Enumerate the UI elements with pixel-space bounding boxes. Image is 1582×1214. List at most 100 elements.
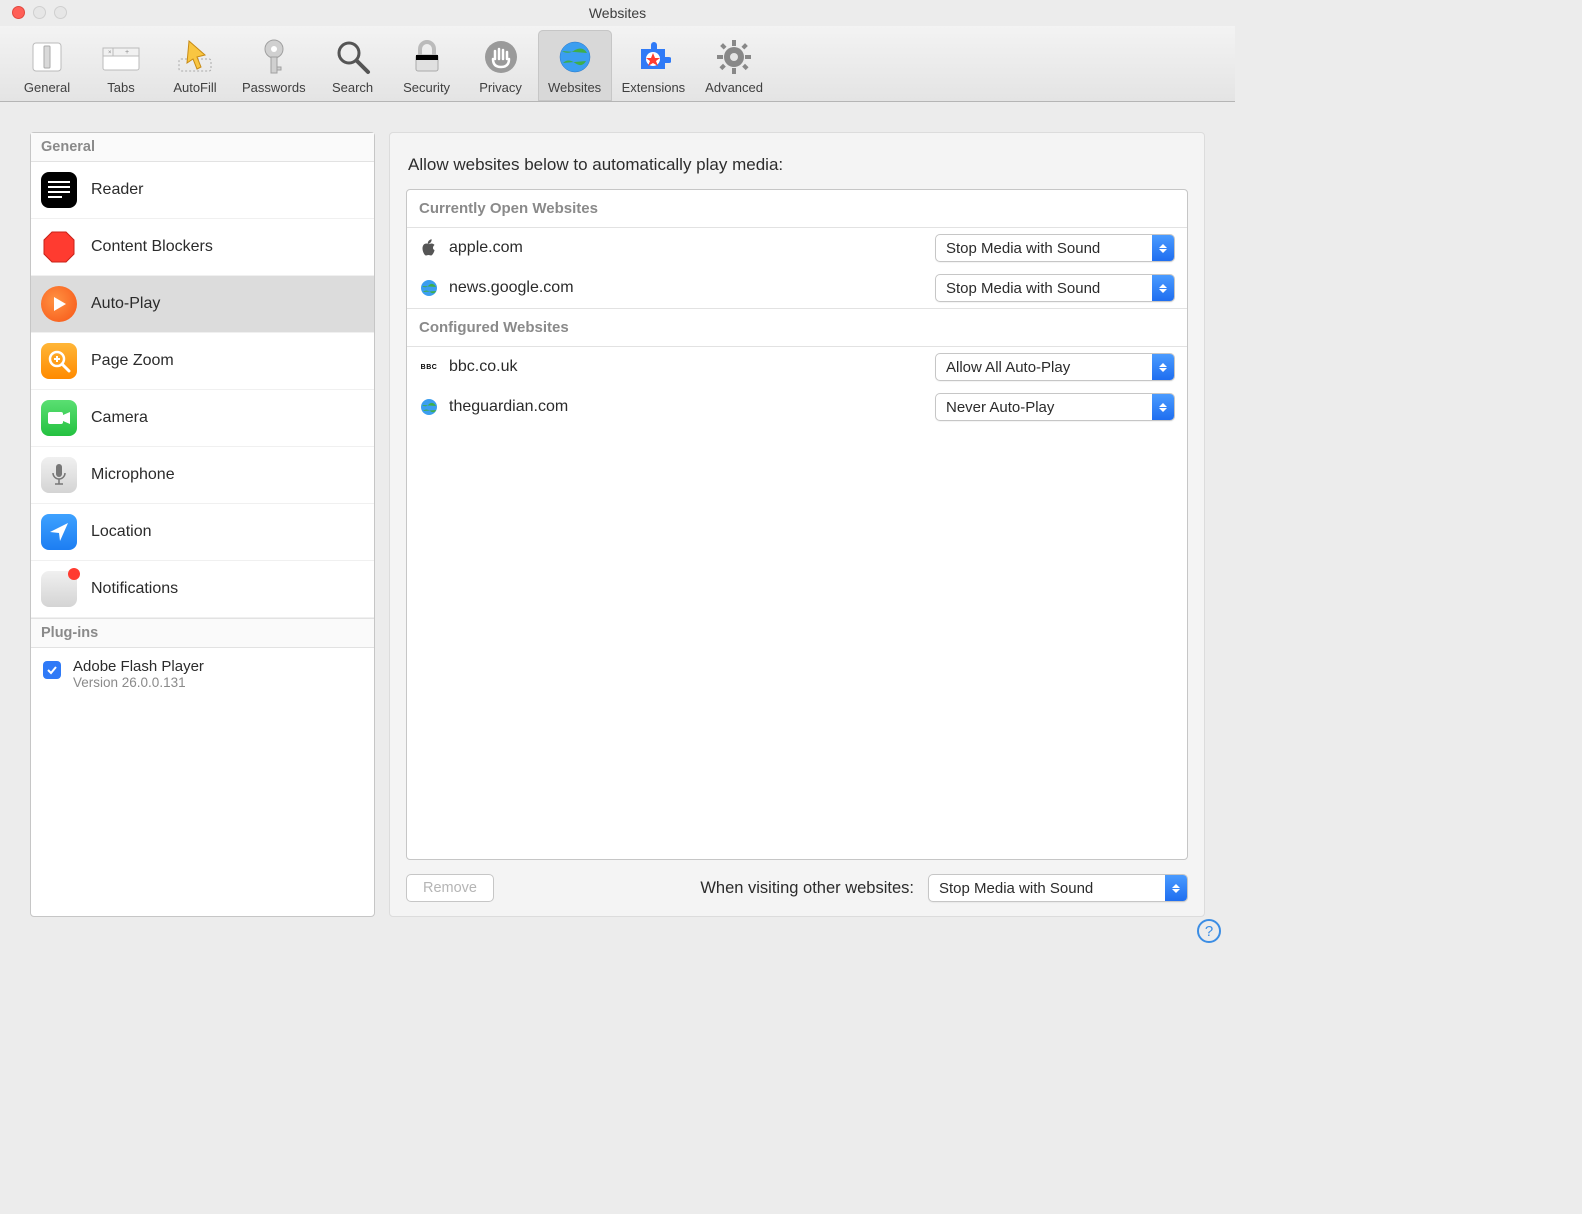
toolbar-tab-extensions[interactable]: Extensions [612, 30, 696, 101]
sidebar: General Reader Content Blockers Auto-Pla… [30, 132, 375, 917]
sidebar-item-label: Microphone [91, 466, 175, 484]
main-panel: Allow websites below to automatically pl… [389, 132, 1205, 917]
close-window-button[interactable] [12, 6, 25, 19]
toolbar-tab-privacy[interactable]: Privacy [464, 30, 538, 101]
autoplay-setting-popup[interactable]: Allow All Auto-Play [935, 353, 1175, 381]
toolbar-label: Tabs [107, 80, 134, 95]
default-setting-popup[interactable]: Stop Media with Sound [928, 874, 1188, 902]
sidebar-item-label: Reader [91, 181, 143, 199]
lock-icon [406, 36, 448, 78]
titlebar: Websites [0, 0, 1235, 26]
sidebar-item-camera[interactable]: Camera [31, 390, 374, 447]
plugin-version: Version 26.0.0.131 [73, 675, 204, 690]
notification-badge-icon [68, 568, 80, 580]
search-icon [332, 36, 374, 78]
minimize-window-button[interactable] [33, 6, 46, 19]
preferences-window: Websites General ×+ Tabs AutoFill Passwo… [0, 0, 1235, 955]
site-row[interactable]: BBC bbc.co.uk Allow All Auto-Play [407, 347, 1187, 387]
chevron-updown-icon [1152, 354, 1174, 380]
stop-icon [41, 229, 77, 265]
plugin-checkbox[interactable] [43, 661, 61, 679]
autoplay-setting-popup[interactable]: Stop Media with Sound [935, 274, 1175, 302]
remove-button[interactable]: Remove [406, 874, 494, 902]
toolbar: General ×+ Tabs AutoFill Passwords Searc… [0, 26, 1235, 102]
traffic-lights [12, 6, 67, 19]
autofill-icon [174, 36, 216, 78]
autoplay-setting-popup[interactable]: Stop Media with Sound [935, 234, 1175, 262]
gear-icon [713, 36, 755, 78]
globe-favicon-icon [419, 397, 439, 417]
toolbar-tab-autofill[interactable]: AutoFill [158, 30, 232, 101]
toolbar-tab-websites[interactable]: Websites [538, 30, 612, 101]
toolbar-tab-general[interactable]: General [10, 30, 84, 101]
toolbar-label: Security [403, 80, 450, 95]
location-icon [41, 514, 77, 550]
toolbar-label: Privacy [479, 80, 522, 95]
chevron-updown-icon [1152, 275, 1174, 301]
globe-icon [554, 36, 596, 78]
popup-value: Allow All Auto-Play [936, 359, 1152, 376]
toolbar-label: Search [332, 80, 373, 95]
site-row[interactable]: news.google.com Stop Media with Sound [407, 268, 1187, 308]
toolbar-label: Advanced [705, 80, 763, 95]
popup-value: Stop Media with Sound [929, 880, 1165, 897]
globe-favicon-icon [419, 278, 439, 298]
toolbar-tab-passwords[interactable]: Passwords [232, 30, 316, 101]
sidebar-item-label: Auto-Play [91, 295, 160, 313]
site-row[interactable]: apple.com Stop Media with Sound [407, 228, 1187, 268]
plugin-name: Adobe Flash Player [73, 658, 204, 675]
microphone-icon [41, 457, 77, 493]
sidebar-item-label: Notifications [91, 580, 178, 598]
sidebar-item-reader[interactable]: Reader [31, 162, 374, 219]
window-title: Websites [10, 5, 1225, 21]
toolbar-label: Passwords [242, 80, 306, 95]
zoom-window-button[interactable] [54, 6, 67, 19]
sidebar-item-location[interactable]: Location [31, 504, 374, 561]
tabs-icon: ×+ [100, 36, 142, 78]
zoom-icon [41, 343, 77, 379]
toolbar-tab-tabs[interactable]: ×+ Tabs [84, 30, 158, 101]
toolbar-label: Extensions [622, 80, 686, 95]
sidebar-item-microphone[interactable]: Microphone [31, 447, 374, 504]
sidebar-item-notifications[interactable]: Notifications [31, 561, 374, 618]
sidebar-item-label: Camera [91, 409, 148, 427]
toolbar-label: General [24, 80, 70, 95]
key-icon [253, 36, 295, 78]
notifications-icon [41, 571, 77, 607]
sidebar-item-label: Content Blockers [91, 238, 213, 256]
reader-icon [41, 172, 77, 208]
sidebar-item-label: Location [91, 523, 152, 541]
toolbar-tab-advanced[interactable]: Advanced [695, 30, 773, 101]
sidebar-section-plugins: Plug-ins [31, 618, 374, 648]
toolbar-label: Websites [548, 80, 601, 95]
site-name: apple.com [449, 239, 925, 257]
plugin-row[interactable]: Adobe Flash Player Version 26.0.0.131 [31, 648, 374, 700]
toolbar-tab-search[interactable]: Search [316, 30, 390, 101]
site-name: theguardian.com [449, 398, 925, 416]
general-icon [26, 36, 68, 78]
toolbar-label: AutoFill [173, 80, 216, 95]
main-heading: Allow websites below to automatically pl… [408, 155, 1186, 175]
chevron-updown-icon [1152, 394, 1174, 420]
sidebar-section-general: General [31, 133, 374, 162]
footer: Remove When visiting other websites: Sto… [406, 874, 1188, 902]
puzzle-icon [632, 36, 674, 78]
websites-panel: Currently Open Websites apple.com Stop M… [406, 189, 1188, 860]
help-button[interactable]: ? [1197, 919, 1221, 943]
autoplay-setting-popup[interactable]: Never Auto-Play [935, 393, 1175, 421]
chevron-updown-icon [1165, 875, 1187, 901]
toolbar-tab-security[interactable]: Security [390, 30, 464, 101]
bbc-favicon-icon: BBC [419, 357, 439, 377]
other-websites-label: When visiting other websites: [700, 879, 914, 898]
sidebar-item-auto-play[interactable]: Auto-Play [31, 276, 374, 333]
play-icon [41, 286, 77, 322]
sidebar-item-label: Page Zoom [91, 352, 174, 370]
apple-favicon-icon [419, 238, 439, 258]
popup-value: Never Auto-Play [936, 399, 1152, 416]
site-row[interactable]: theguardian.com Never Auto-Play [407, 387, 1187, 427]
sidebar-item-content-blockers[interactable]: Content Blockers [31, 219, 374, 276]
site-name: news.google.com [449, 279, 925, 297]
sidebar-item-page-zoom[interactable]: Page Zoom [31, 333, 374, 390]
site-name: bbc.co.uk [449, 358, 925, 376]
popup-value: Stop Media with Sound [936, 240, 1152, 257]
